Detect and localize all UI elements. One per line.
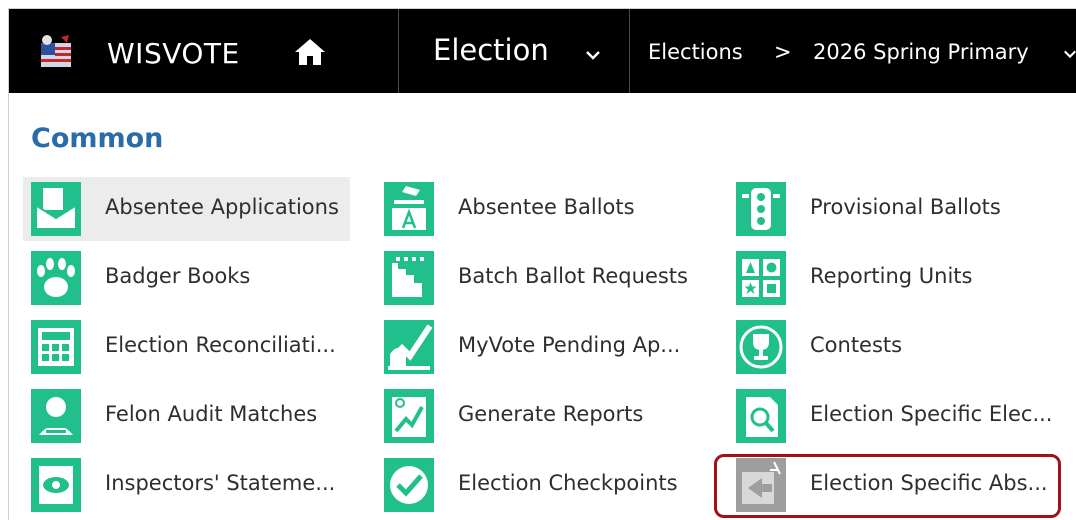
- tile-felon-audit-matches[interactable]: Felon Audit Matches: [23, 384, 350, 448]
- tile-label: Batch Ballot Requests: [458, 264, 688, 288]
- app-frame: WISVOTE Election Elections > 2026 Spring…: [8, 8, 1076, 520]
- tile-contests[interactable]: Contests: [728, 315, 1055, 379]
- tile-inspectors-statement[interactable]: Inspectors' Stateme...: [23, 453, 350, 517]
- separator: [398, 9, 399, 93]
- tile-label: Provisional Ballots: [810, 195, 1001, 219]
- trophy-icon: [736, 320, 786, 374]
- felon-icon: [31, 389, 81, 443]
- reporting-units-icon: [736, 251, 786, 305]
- tile-election-specific-electors[interactable]: Election Specific Elec...: [728, 384, 1055, 448]
- group-title-common: Common: [31, 123, 164, 154]
- tile-label: Election Reconciliati...: [105, 333, 336, 357]
- area-switcher-label[interactable]: Election: [433, 33, 549, 67]
- breadcrumb-elections[interactable]: Elections: [648, 40, 743, 64]
- tile-label: Felon Audit Matches: [105, 402, 318, 426]
- capitol-check-icon: [384, 320, 434, 374]
- tile-label: Badger Books: [105, 264, 251, 288]
- tile-election-reconciliation[interactable]: Election Reconciliati...: [23, 315, 350, 379]
- tile-label: Generate Reports: [458, 402, 644, 426]
- chevron-down-icon[interactable]: [585, 50, 601, 60]
- tile-absentee-applications[interactable]: Absentee Applications: [23, 177, 350, 241]
- tile-label: Election Checkpoints: [458, 471, 678, 495]
- tile-batch-ballot-requests[interactable]: Batch Ballot Requests: [376, 246, 703, 310]
- chevron-down-icon[interactable]: [1063, 49, 1076, 59]
- breadcrumb-separator: >: [774, 40, 792, 64]
- wisvote-logo-icon: [41, 35, 71, 67]
- tile-myvote-pending-applications[interactable]: MyVote Pending Ap...: [376, 315, 703, 379]
- tile-label: Election Specific Elec...: [810, 402, 1053, 426]
- checkmark-icon: [384, 458, 434, 512]
- app-name[interactable]: WISVOTE: [107, 37, 240, 70]
- separator: [629, 9, 630, 93]
- tile-label: Absentee Applications: [105, 195, 339, 219]
- eye-document-icon: [31, 458, 81, 512]
- batch-ballot-icon: [384, 251, 434, 305]
- tile-label: MyVote Pending Ap...: [458, 333, 681, 357]
- tile-badger-books[interactable]: Badger Books: [23, 246, 350, 310]
- absentee-applications-icon: [31, 182, 81, 236]
- tile-label: Absentee Ballots: [458, 195, 635, 219]
- provisional-ballots-icon: [736, 182, 786, 236]
- home-icon[interactable]: [293, 37, 327, 67]
- top-navigation-bar: WISVOTE Election Elections > 2026 Spring…: [9, 9, 1076, 93]
- absentee-ballots-icon: [384, 182, 434, 236]
- breadcrumb-current-election[interactable]: 2026 Spring Primary: [813, 40, 1029, 64]
- tile-label: Reporting Units: [810, 264, 973, 288]
- document-search-icon: [736, 389, 786, 443]
- calculator-icon: [31, 320, 81, 374]
- highlight-annotation: [714, 454, 1061, 518]
- tile-reporting-units[interactable]: Reporting Units: [728, 246, 1055, 310]
- tile-provisional-ballots[interactable]: Provisional Ballots: [728, 177, 1055, 241]
- tile-absentee-ballots[interactable]: Absentee Ballots: [376, 177, 703, 241]
- tile-generate-reports[interactable]: Generate Reports: [376, 384, 703, 448]
- badger-paw-icon: [31, 251, 81, 305]
- tile-label: Contests: [810, 333, 903, 357]
- tile-election-checkpoints[interactable]: Election Checkpoints: [376, 453, 703, 517]
- reports-icon: [384, 389, 434, 443]
- tile-label: Inspectors' Stateme...: [105, 471, 336, 495]
